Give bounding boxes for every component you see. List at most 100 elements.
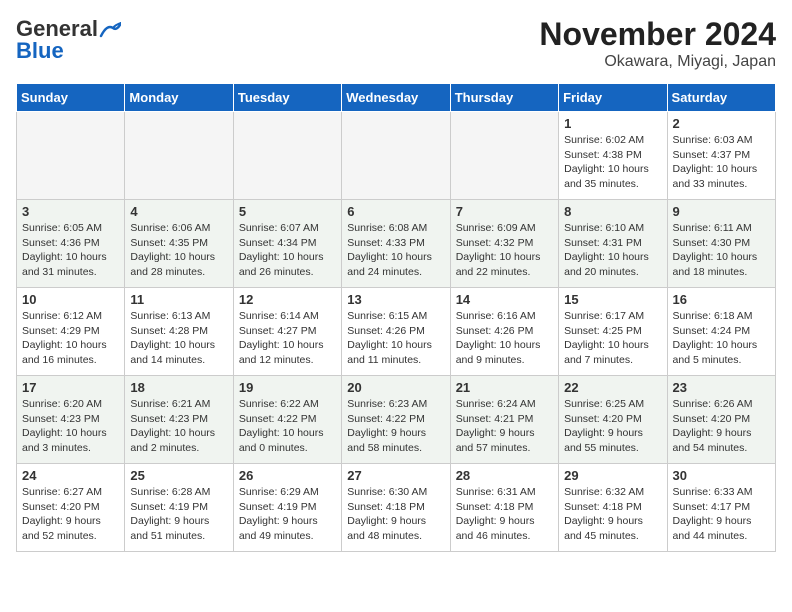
calendar-day-cell: 7 Sunrise: 6:09 AM Sunset: 4:32 PM Daylig… [450, 200, 558, 288]
day-number: 22 [564, 380, 661, 395]
calendar-week-row: 24 Sunrise: 6:27 AM Sunset: 4:20 PM Dayli… [17, 464, 776, 552]
calendar-day-cell: 28 Sunrise: 6:31 AM Sunset: 4:18 PM Dayli… [450, 464, 558, 552]
day-number: 20 [347, 380, 444, 395]
day-number: 4 [130, 204, 227, 219]
day-number: 8 [564, 204, 661, 219]
logo: General Blue [16, 16, 121, 64]
day-detail: Sunrise: 6:18 AM Sunset: 4:24 PM Dayligh… [673, 309, 770, 368]
day-detail: Sunrise: 6:25 AM Sunset: 4:20 PM Dayligh… [564, 397, 661, 456]
calendar-day-cell: 11 Sunrise: 6:13 AM Sunset: 4:28 PM Dayli… [125, 288, 233, 376]
day-detail: Sunrise: 6:24 AM Sunset: 4:21 PM Dayligh… [456, 397, 553, 456]
day-number: 1 [564, 116, 661, 131]
day-detail: Sunrise: 6:12 AM Sunset: 4:29 PM Dayligh… [22, 309, 119, 368]
day-detail: Sunrise: 6:26 AM Sunset: 4:20 PM Dayligh… [673, 397, 770, 456]
calendar-day-cell [17, 112, 125, 200]
day-detail: Sunrise: 6:28 AM Sunset: 4:19 PM Dayligh… [130, 485, 227, 544]
calendar-day-cell: 26Sunrise: 6:29 AM Sunset: 4:19 PM Dayli… [233, 464, 341, 552]
day-detail: Sunrise: 6:03 AM Sunset: 4:37 PM Dayligh… [673, 133, 770, 192]
calendar-day-cell: 14 Sunrise: 6:16 AM Sunset: 4:26 PM Dayli… [450, 288, 558, 376]
day-number: 14 [456, 292, 553, 307]
calendar-day-cell: 25 Sunrise: 6:28 AM Sunset: 4:19 PM Dayli… [125, 464, 233, 552]
calendar-day-cell: 8 Sunrise: 6:10 AM Sunset: 4:31 PM Daylig… [559, 200, 667, 288]
day-detail: Sunrise: 6:30 AM Sunset: 4:18 PM Dayligh… [347, 485, 444, 544]
day-detail: Sunrise: 6:17 AM Sunset: 4:25 PM Dayligh… [564, 309, 661, 368]
calendar-week-row: 10 Sunrise: 6:12 AM Sunset: 4:29 PM Dayli… [17, 288, 776, 376]
day-detail: Sunrise: 6:08 AM Sunset: 4:33 PM Dayligh… [347, 221, 444, 280]
day-number: 6 [347, 204, 444, 219]
day-number: 16 [673, 292, 770, 307]
day-number: 9 [673, 204, 770, 219]
calendar-day-cell: 12 Sunrise: 6:14 AM Sunset: 4:27 PM Dayli… [233, 288, 341, 376]
day-detail: Sunrise: 6:27 AM Sunset: 4:20 PM Dayligh… [22, 485, 119, 544]
calendar-day-cell [233, 112, 341, 200]
weekday-header: Tuesday [233, 84, 341, 112]
day-detail: Sunrise: 6:16 AM Sunset: 4:26 PM Dayligh… [456, 309, 553, 368]
day-detail: Sunrise: 6:21 AM Sunset: 4:23 PM Dayligh… [130, 397, 227, 456]
weekday-header: Thursday [450, 84, 558, 112]
calendar-week-row: 1 Sunrise: 6:02 AM Sunset: 4:38 PM Daylig… [17, 112, 776, 200]
calendar-day-cell: 9Sunrise: 6:11 AM Sunset: 4:30 PM Daylig… [667, 200, 775, 288]
calendar-day-cell: 20 Sunrise: 6:23 AM Sunset: 4:22 PM Dayli… [342, 376, 450, 464]
day-number: 29 [564, 468, 661, 483]
day-number: 19 [239, 380, 336, 395]
day-detail: Sunrise: 6:32 AM Sunset: 4:18 PM Dayligh… [564, 485, 661, 544]
day-detail: Sunrise: 6:23 AM Sunset: 4:22 PM Dayligh… [347, 397, 444, 456]
calendar-day-cell: 6 Sunrise: 6:08 AM Sunset: 4:33 PM Daylig… [342, 200, 450, 288]
calendar-day-cell [342, 112, 450, 200]
day-number: 15 [564, 292, 661, 307]
day-detail: Sunrise: 6:22 AM Sunset: 4:22 PM Dayligh… [239, 397, 336, 456]
day-detail: Sunrise: 6:06 AM Sunset: 4:35 PM Dayligh… [130, 221, 227, 280]
calendar-day-cell: 17Sunrise: 6:20 AM Sunset: 4:23 PM Dayli… [17, 376, 125, 464]
day-number: 24 [22, 468, 119, 483]
location-text: Okawara, Miyagi, Japan [539, 53, 776, 71]
calendar-day-cell: 21 Sunrise: 6:24 AM Sunset: 4:21 PM Dayli… [450, 376, 558, 464]
weekday-header: Monday [125, 84, 233, 112]
day-number: 2 [673, 116, 770, 131]
day-number: 5 [239, 204, 336, 219]
calendar-day-cell: 24 Sunrise: 6:27 AM Sunset: 4:20 PM Dayli… [17, 464, 125, 552]
day-number: 28 [456, 468, 553, 483]
calendar-day-cell: 3 Sunrise: 6:05 AM Sunset: 4:36 PM Daylig… [17, 200, 125, 288]
day-detail: Sunrise: 6:14 AM Sunset: 4:27 PM Dayligh… [239, 309, 336, 368]
day-detail: Sunrise: 6:07 AM Sunset: 4:34 PM Dayligh… [239, 221, 336, 280]
day-number: 11 [130, 292, 227, 307]
title-block: November 2024 Okawara, Miyagi, Japan [539, 16, 776, 71]
calendar-day-cell: 2 Sunrise: 6:03 AM Sunset: 4:37 PM Daylig… [667, 112, 775, 200]
calendar-day-cell: 4 Sunrise: 6:06 AM Sunset: 4:35 PM Daylig… [125, 200, 233, 288]
weekday-header: Sunday [17, 84, 125, 112]
calendar-week-row: 3 Sunrise: 6:05 AM Sunset: 4:36 PM Daylig… [17, 200, 776, 288]
day-detail: Sunrise: 6:15 AM Sunset: 4:26 PM Dayligh… [347, 309, 444, 368]
day-number: 12 [239, 292, 336, 307]
day-detail: Sunrise: 6:31 AM Sunset: 4:18 PM Dayligh… [456, 485, 553, 544]
day-detail: Sunrise: 6:09 AM Sunset: 4:32 PM Dayligh… [456, 221, 553, 280]
day-number: 23 [673, 380, 770, 395]
calendar-day-cell: 29 Sunrise: 6:32 AM Sunset: 4:18 PM Dayli… [559, 464, 667, 552]
day-number: 3 [22, 204, 119, 219]
calendar-week-row: 17Sunrise: 6:20 AM Sunset: 4:23 PM Dayli… [17, 376, 776, 464]
calendar-day-cell [450, 112, 558, 200]
day-number: 21 [456, 380, 553, 395]
calendar-day-cell: 22 Sunrise: 6:25 AM Sunset: 4:20 PM Dayli… [559, 376, 667, 464]
calendar-day-cell: 1 Sunrise: 6:02 AM Sunset: 4:38 PM Daylig… [559, 112, 667, 200]
month-title: November 2024 [539, 16, 776, 53]
day-detail: Sunrise: 6:13 AM Sunset: 4:28 PM Dayligh… [130, 309, 227, 368]
calendar-day-cell [125, 112, 233, 200]
day-detail: Sunrise: 6:10 AM Sunset: 4:31 PM Dayligh… [564, 221, 661, 280]
day-detail: Sunrise: 6:33 AM Sunset: 4:17 PM Dayligh… [673, 485, 770, 544]
day-number: 18 [130, 380, 227, 395]
day-number: 7 [456, 204, 553, 219]
calendar-day-cell: 30 Sunrise: 6:33 AM Sunset: 4:17 PM Dayli… [667, 464, 775, 552]
day-detail: Sunrise: 6:05 AM Sunset: 4:36 PM Dayligh… [22, 221, 119, 280]
day-number: 10 [22, 292, 119, 307]
day-detail: Sunrise: 6:20 AM Sunset: 4:23 PM Dayligh… [22, 397, 119, 456]
day-number: 30 [673, 468, 770, 483]
day-number: 13 [347, 292, 444, 307]
day-number: 25 [130, 468, 227, 483]
logo-blue-text: Blue [16, 38, 64, 64]
day-number: 27 [347, 468, 444, 483]
calendar-day-cell: 16 Sunrise: 6:18 AM Sunset: 4:24 PM Dayli… [667, 288, 775, 376]
day-detail: Sunrise: 6:02 AM Sunset: 4:38 PM Dayligh… [564, 133, 661, 192]
calendar-day-cell: 13 Sunrise: 6:15 AM Sunset: 4:26 PM Dayli… [342, 288, 450, 376]
logo-bird-icon [99, 22, 121, 38]
calendar-table: SundayMondayTuesdayWednesdayThursdayFrid… [16, 83, 776, 552]
